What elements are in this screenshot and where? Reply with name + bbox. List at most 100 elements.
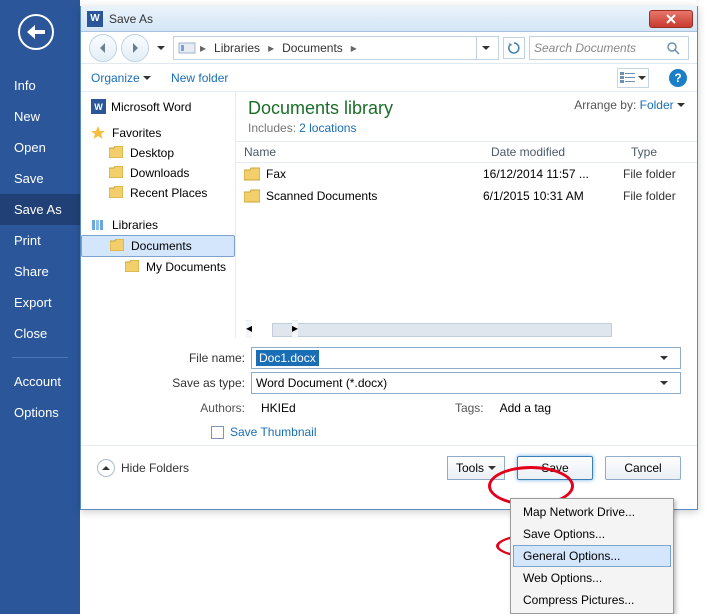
cancel-button[interactable]: Cancel (605, 456, 681, 480)
sidebar-item-open[interactable]: Open (0, 132, 80, 163)
library-root-icon (178, 41, 196, 55)
nav-back-button[interactable] (89, 34, 117, 62)
folder-icon (244, 189, 260, 203)
col-type[interactable]: Type (623, 145, 697, 159)
nav-forward-button[interactable] (121, 34, 149, 62)
authors-value[interactable]: HKIEd (261, 401, 296, 415)
sidebar-item-close[interactable]: Close (0, 318, 80, 349)
tree-item-downloads[interactable]: Downloads (81, 163, 235, 183)
refresh-icon (508, 42, 520, 54)
folder-tree: W Microsoft Word Favorites DesktopDownlo… (81, 92, 236, 338)
folder-icon (109, 146, 125, 160)
organize-button[interactable]: Organize (91, 71, 151, 85)
sidebar-item-info[interactable]: Info (0, 70, 80, 101)
save-type-value: Word Document (*.docx) (256, 376, 387, 390)
tree-item-desktop[interactable]: Desktop (81, 143, 235, 163)
breadcrumb-libraries[interactable]: Libraries (210, 41, 264, 55)
view-list-icon (620, 72, 636, 84)
breadcrumb-dropdown[interactable] (476, 37, 494, 59)
address-breadcrumb[interactable]: ▸ Libraries ▸ Documents ▸ (173, 36, 499, 60)
hide-folders-button[interactable]: Hide Folders (97, 459, 189, 477)
folder-icon (109, 186, 125, 200)
nav-history-button[interactable] (153, 38, 169, 58)
save-form-area: File name: Doc1.docx Save as type: Word … (81, 338, 697, 445)
chevron-up-icon (97, 459, 115, 477)
hscroll-left[interactable]: ◂ (246, 320, 252, 338)
help-button[interactable]: ? (669, 69, 687, 87)
word-app-icon: W (87, 11, 103, 27)
breadcrumb-documents[interactable]: Documents (278, 41, 347, 55)
chevron-down-icon (488, 466, 496, 474)
sidebar-item-save[interactable]: Save (0, 163, 80, 194)
file-name-value: Doc1.docx (256, 350, 319, 366)
sidebar-item-print[interactable]: Print (0, 225, 80, 256)
tags-value[interactable]: Add a tag (500, 401, 551, 415)
col-name[interactable]: Name (236, 145, 483, 159)
sidebar-item-save-as[interactable]: Save As (0, 194, 80, 225)
arrange-by-value[interactable]: Folder (640, 98, 685, 112)
sidebar-item-export[interactable]: Export (0, 287, 80, 318)
authors-label: Authors: (161, 401, 251, 415)
sidebar-item-new[interactable]: New (0, 101, 80, 132)
folder-icon (125, 260, 141, 274)
folder-icon (109, 166, 125, 180)
tools-button[interactable]: Tools (447, 456, 505, 480)
nav-toolbar: ▸ Libraries ▸ Documents ▸ Search Documen… (81, 32, 697, 64)
column-headers: Name Date modified Type (236, 141, 697, 163)
dialog-titlebar: W Save As (81, 6, 697, 32)
menu-item-map-network-drive[interactable]: Map Network Drive... (513, 501, 671, 523)
save-type-dropdown[interactable] (660, 376, 676, 390)
menu-item-save-options[interactable]: Save Options... (513, 523, 671, 545)
locations-link[interactable]: 2 locations (299, 121, 356, 135)
tree-libraries[interactable]: Libraries (81, 215, 235, 235)
search-input[interactable]: Search Documents (529, 36, 689, 60)
library-icon (91, 218, 107, 232)
tree-favorites[interactable]: Favorites (81, 123, 235, 143)
arrow-left-icon (98, 43, 108, 53)
tools-dropdown-menu: Map Network Drive...Save Options...Gener… (510, 498, 674, 614)
file-list-pane: Documents library Arrange by: Folder Inc… (236, 92, 697, 338)
menu-item-web-options[interactable]: Web Options... (513, 567, 671, 589)
back-arrow-icon (27, 25, 45, 39)
refresh-button[interactable] (503, 37, 525, 59)
sidebar-item-share[interactable]: Share (0, 256, 80, 287)
search-placeholder: Search Documents (534, 41, 636, 55)
col-date[interactable]: Date modified (483, 145, 623, 159)
save-type-select[interactable]: Word Document (*.docx) (251, 372, 681, 394)
close-icon (666, 14, 676, 24)
tree-item-my-documents[interactable]: My Documents (81, 257, 235, 277)
tree-word-app[interactable]: W Microsoft Word (81, 96, 235, 117)
view-mode-button[interactable] (617, 68, 649, 88)
save-button[interactable]: Save (517, 456, 593, 480)
hscroll-right[interactable]: ▸ (292, 320, 298, 338)
dialog-button-bar: Hide Folders Tools Save Cancel (81, 445, 697, 490)
file-name-input[interactable]: Doc1.docx (251, 347, 681, 369)
scrollbar-thumb[interactable] (272, 323, 612, 337)
save-thumbnail-label[interactable]: Save Thumbnail (230, 425, 317, 439)
tree-item-documents[interactable]: Documents (81, 235, 235, 257)
includes-label: Includes: (248, 121, 296, 135)
browser-split: W Microsoft Word Favorites DesktopDownlo… (81, 92, 697, 338)
file-name-dropdown[interactable] (660, 351, 676, 365)
file-row[interactable]: Scanned Documents6/1/2015 10:31 AMFile f… (236, 185, 697, 207)
sidebar-item-account[interactable]: Account (0, 366, 80, 397)
word-icon: W (91, 99, 106, 114)
library-title: Documents library (248, 98, 393, 119)
word-backstage-sidebar: InfoNewOpenSaveSave AsPrintShareExportCl… (0, 0, 80, 614)
close-button[interactable] (649, 10, 693, 28)
file-name-label: File name: (161, 351, 251, 365)
file-row[interactable]: Fax16/12/2014 11:57 ...File folder (236, 163, 697, 185)
tags-label: Tags: (455, 401, 490, 415)
tree-item-recent-places[interactable]: Recent Places (81, 183, 235, 203)
folder-icon (244, 167, 260, 181)
save-thumbnail-checkbox[interactable] (211, 426, 224, 439)
menu-item-general-options[interactable]: General Options... (513, 545, 671, 567)
sidebar-item-options[interactable]: Options (0, 397, 80, 428)
search-icon (666, 41, 680, 55)
arrow-right-icon (130, 43, 140, 53)
back-button[interactable] (18, 14, 54, 50)
new-folder-button[interactable]: New folder (171, 71, 228, 85)
folder-icon (110, 239, 126, 253)
menu-item-compress-pictures[interactable]: Compress Pictures... (513, 589, 671, 611)
star-icon (91, 126, 107, 140)
